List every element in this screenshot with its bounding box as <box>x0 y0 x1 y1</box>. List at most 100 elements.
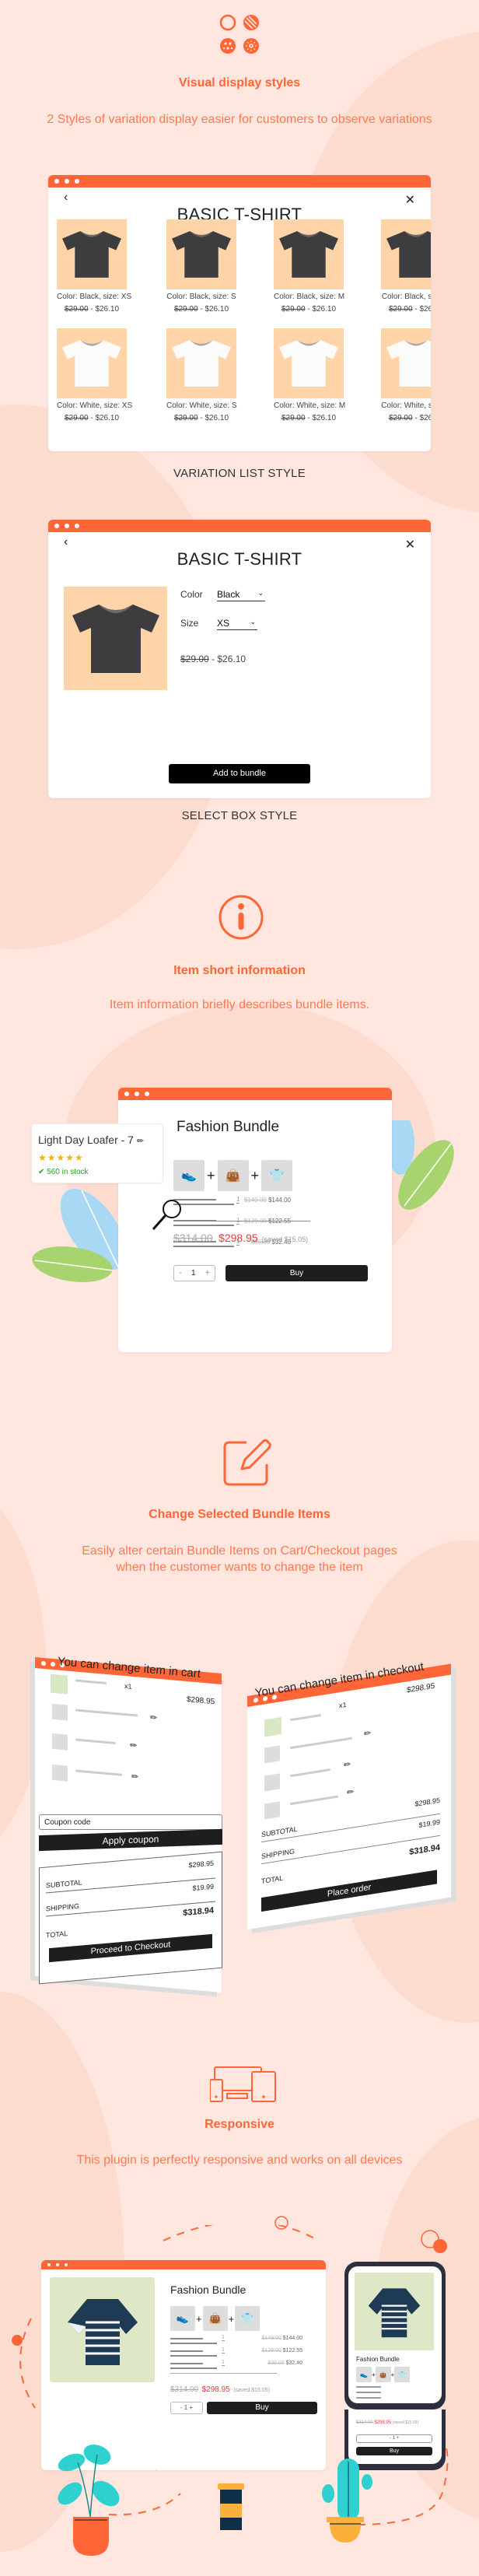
new-price: $26.10 <box>205 414 229 422</box>
window-dot <box>65 179 69 184</box>
saved-amount: (saved $15.05) <box>392 2420 419 2425</box>
plus-icon: + <box>207 1167 215 1183</box>
tshirt-image <box>57 328 127 398</box>
coffee-cup-illustration <box>218 2483 244 2530</box>
item-qty[interactable]: 1 <box>236 1196 240 1204</box>
item-name-placeholder <box>170 2350 217 2360</box>
size-select[interactable]: XS ⌄ <box>217 618 257 630</box>
buy-button[interactable]: Buy <box>356 2447 432 2455</box>
color-select[interactable]: Black ⌄ <box>217 589 265 601</box>
placeholder-line <box>75 1709 138 1717</box>
bundle-title: Fashion Bundle <box>170 2283 246 2296</box>
add-to-bundle-button[interactable]: Add to bundle <box>169 764 310 783</box>
placeholder-line <box>290 1768 330 1778</box>
placeholder-line <box>290 1795 338 1806</box>
variation-tile[interactable]: Color: White, size: M $29.00 - $26.10 <box>274 328 346 422</box>
variation-tile[interactable]: Color: Black, size: XS $29.00 - $26.10 <box>57 219 131 314</box>
variation-tile[interactable]: Color: Black, size: S $29.00 - $26.10 <box>166 219 236 314</box>
coupon-input[interactable]: Coupon code <box>39 1814 222 1830</box>
shipping-label: SHIPPING <box>46 1901 80 1913</box>
pencil-icon[interactable]: ✏ <box>150 1712 157 1723</box>
bundle-total: $314.00 $298.95 (saved $15.05) <box>173 1232 308 1246</box>
feature-title: Responsive <box>205 2118 274 2131</box>
bundle-thumbnails: 👟 + 👜 + 👕 <box>356 2367 411 2382</box>
qty-minus-button[interactable]: - <box>179 1269 181 1277</box>
select-box-window: ‹ ✕ BASIC T-SHIRT Color Black ⌄ Size XS ⌄ … <box>48 520 431 798</box>
window-dot <box>135 1092 139 1096</box>
color-select-value: Black <box>217 589 240 600</box>
tshirt-icon: 👕 <box>394 2367 411 2382</box>
pencil-icon[interactable]: ✏ <box>137 1137 144 1146</box>
new-price: $26.10 <box>205 305 229 314</box>
buy-button[interactable]: Buy <box>207 2402 317 2414</box>
tshirt-image <box>57 219 127 289</box>
total-value: $318.94 <box>183 1905 214 1919</box>
placeholder-line <box>356 2392 381 2393</box>
variation-tile[interactable]: Color: Black, size: L $29.00 - $26.10 <box>381 219 431 314</box>
cart-qty: x1 <box>124 1682 132 1691</box>
chevron-down-icon: ⌄ <box>250 618 256 626</box>
item-new-price: $144.00 <box>282 2336 302 2341</box>
window-dot <box>124 1092 129 1096</box>
placeholder-line <box>290 1713 321 1722</box>
item-old-price: $149.00 <box>261 2336 281 2341</box>
quantity-stepper[interactable]: - 1 + <box>170 2402 203 2414</box>
phone-screen-bottom: $314.00 $298.95 (saved $15.05) - 1 + Buy <box>348 2410 442 2464</box>
shipping-value: $19.99 <box>192 1882 214 1893</box>
variation-price: $29.00 - $26.10 <box>57 305 127 314</box>
variation-label: Color: White, size: M <box>274 401 346 410</box>
plus-icon: + <box>250 1167 260 1183</box>
variation-tile[interactable]: Color: Black, size: M $29.00 - $26.10 <box>274 219 344 314</box>
variation-tile[interactable]: Color: White, size: S $29.00 - $26.10 <box>166 328 237 422</box>
proceed-to-checkout-button[interactable]: Proceed to Checkout <box>49 1933 212 1963</box>
bundle-total: $314.00 $298.95 (saved $15.05) <box>356 2420 418 2425</box>
quantity-stepper[interactable]: - 1 + <box>356 2434 432 2443</box>
sneaker-icon: 👟 <box>170 2306 195 2331</box>
variation-price: $29.00 - $26.10 <box>57 414 127 422</box>
item-qty[interactable]: 1 <box>222 2347 225 2353</box>
pencil-icon[interactable]: ✏ <box>347 1786 354 1797</box>
quantity-stepper[interactable]: - 1 + <box>173 1265 215 1281</box>
window-titlebar <box>118 1088 392 1100</box>
stock-text: 560 in stock <box>47 1168 89 1176</box>
total-new-price: $298.95 <box>201 2385 230 2394</box>
bundle-thumb <box>51 1674 68 1695</box>
cactus-illustration <box>322 2459 372 2543</box>
item-name-text: Light Day Loafer - 7 <box>38 1134 134 1146</box>
bag-icon <box>52 1733 68 1751</box>
pencil-icon[interactable]: ✏ <box>364 1728 371 1739</box>
tshirt-image <box>274 219 344 289</box>
item-qty[interactable]: 1 <box>222 2360 225 2366</box>
old-price: $29.00 <box>64 414 89 422</box>
bundle-thumbnails: 👟 + 👜 + 👕 <box>170 2306 260 2331</box>
variation-label: Color: White, size: L <box>381 401 431 410</box>
qty-plus-button[interactable]: + <box>205 1269 210 1277</box>
swatch-circles-icon <box>219 14 260 58</box>
feature-title: Visual display styles <box>178 76 301 89</box>
potted-plant-illustration <box>58 2445 120 2556</box>
subtotal-label: SUBTOTAL <box>46 1878 82 1890</box>
magnifier-icon <box>152 1200 181 1230</box>
tshirt-image <box>274 328 344 398</box>
checkout-mockup: $298.95 x1 ✏ ✏ ✏ SUBTOTAL $298.95 SHIPPI… <box>247 1663 451 1929</box>
new-price: $26.10 <box>419 305 431 314</box>
plus-icon: + <box>372 2371 376 2378</box>
pencil-icon[interactable]: ✏ <box>131 1772 138 1782</box>
color-label: Color <box>180 589 203 600</box>
buy-button[interactable]: Buy <box>226 1265 368 1281</box>
item-qty[interactable]: 1 <box>222 2335 225 2341</box>
pencil-icon[interactable]: ✏ <box>344 1759 351 1770</box>
variation-tile[interactable]: Color: White, size: L $29.00 - $26.10 <box>381 328 431 422</box>
tshirt-icon <box>52 1764 68 1782</box>
pencil-icon[interactable]: ✏ <box>130 1740 137 1751</box>
variation-tile[interactable]: Color: White, size: XS $29.00 - $26.10 <box>57 328 132 422</box>
variation-price: $29.00 - $26.10 <box>381 414 431 422</box>
chevron-left-icon[interactable]: ‹ <box>64 191 68 205</box>
sneaker-icon <box>264 1745 280 1764</box>
feature-subtitle-line1: Easily alter certain Bundle Items on Car… <box>82 1544 397 1558</box>
chevron-down-icon: ⌄ <box>257 589 264 597</box>
subtotal-value: $298.95 <box>188 1859 214 1870</box>
chevron-left-icon[interactable]: ‹ <box>64 535 68 549</box>
variation-label: Color: White, size: S <box>166 401 237 410</box>
item-info-popup: Light Day Loafer - 7 ✏ ★★★★★ ✔ 560 in st… <box>31 1123 163 1183</box>
